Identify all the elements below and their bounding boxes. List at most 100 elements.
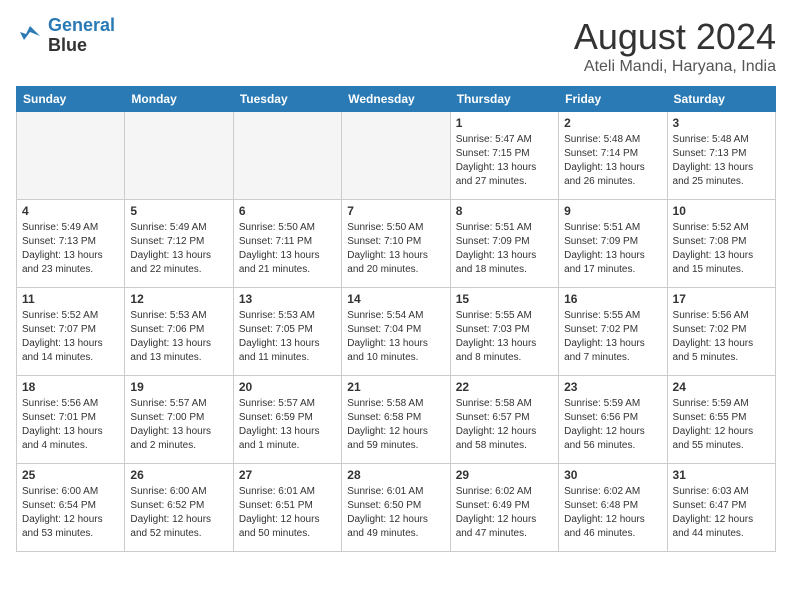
calendar-cell: 22 Sunrise: 5:58 AM Sunset: 6:57 PM Dayli… — [450, 376, 558, 464]
day-number: 29 — [456, 468, 553, 482]
day-number: 6 — [239, 204, 336, 218]
cell-info: Sunrise: 5:53 AM Sunset: 7:06 PM Dayligh… — [130, 309, 227, 365]
cell-info: Sunrise: 5:53 AM Sunset: 7:05 PM Dayligh… — [239, 309, 336, 365]
calendar-cell: 28 Sunrise: 6:01 AM Sunset: 6:50 PM Dayli… — [342, 464, 450, 552]
cell-info: Sunrise: 6:00 AM Sunset: 6:52 PM Dayligh… — [130, 485, 227, 541]
cell-info: Sunrise: 6:03 AM Sunset: 6:47 PM Dayligh… — [673, 485, 770, 541]
day-number: 16 — [564, 292, 661, 306]
day-number: 2 — [564, 116, 661, 130]
header: GeneralBlue August 2024 Ateli Mandi, Har… — [16, 16, 776, 76]
day-number: 21 — [347, 380, 444, 394]
cell-info: Sunrise: 5:51 AM Sunset: 7:09 PM Dayligh… — [456, 221, 553, 277]
cell-info: Sunrise: 5:52 AM Sunset: 7:07 PM Dayligh… — [22, 309, 119, 365]
cell-info: Sunrise: 5:59 AM Sunset: 6:55 PM Dayligh… — [673, 397, 770, 453]
cell-info: Sunrise: 5:57 AM Sunset: 7:00 PM Dayligh… — [130, 397, 227, 453]
cell-info: Sunrise: 6:02 AM Sunset: 6:48 PM Dayligh… — [564, 485, 661, 541]
calendar-cell: 23Sunrise: 5:59 AM Sunset: 6:56 PM Dayli… — [559, 376, 667, 464]
title-area: August 2024 Ateli Mandi, Haryana, India — [574, 16, 776, 76]
calendar-cell: 12 Sunrise: 5:53 AM Sunset: 7:06 PM Dayli… — [125, 288, 233, 376]
week-row-2: 11 Sunrise: 5:52 AM Sunset: 7:07 PM Dayli… — [17, 288, 776, 376]
day-number: 25 — [22, 468, 119, 482]
cell-info: Sunrise: 5:58 AM Sunset: 6:57 PM Dayligh… — [456, 397, 553, 453]
calendar-cell: 25 Sunrise: 6:00 AM Sunset: 6:54 PM Dayli… — [17, 464, 125, 552]
day-number: 20 — [239, 380, 336, 394]
day-number: 10 — [673, 204, 770, 218]
cell-info: Sunrise: 6:02 AM Sunset: 6:49 PM Dayligh… — [456, 485, 553, 541]
header-tuesday: Tuesday — [233, 87, 341, 112]
calendar-cell — [233, 112, 341, 200]
day-number: 26 — [130, 468, 227, 482]
header-saturday: Saturday — [667, 87, 775, 112]
cell-info: Sunrise: 5:52 AM Sunset: 7:08 PM Dayligh… — [673, 221, 770, 277]
header-sunday: Sunday — [17, 87, 125, 112]
day-number: 11 — [22, 292, 119, 306]
calendar-cell: 1 Sunrise: 5:47 AM Sunset: 7:15 PM Daylig… — [450, 112, 558, 200]
day-number: 14 — [347, 292, 444, 306]
cell-info: Sunrise: 5:58 AM Sunset: 6:58 PM Dayligh… — [347, 397, 444, 453]
calendar-cell: 2 Sunrise: 5:48 AM Sunset: 7:14 PM Daylig… — [559, 112, 667, 200]
calendar-cell: 10 Sunrise: 5:52 AM Sunset: 7:08 PM Dayli… — [667, 200, 775, 288]
calendar-cell: 3Sunrise: 5:48 AM Sunset: 7:13 PM Daylig… — [667, 112, 775, 200]
cell-info: Sunrise: 5:49 AM Sunset: 7:13 PM Dayligh… — [22, 221, 119, 277]
calendar-cell: 4 Sunrise: 5:49 AM Sunset: 7:13 PM Daylig… — [17, 200, 125, 288]
cell-info: Sunrise: 5:47 AM Sunset: 7:15 PM Dayligh… — [456, 133, 553, 189]
cell-info: Sunrise: 6:01 AM Sunset: 6:50 PM Dayligh… — [347, 485, 444, 541]
calendar-cell: 18Sunrise: 5:56 AM Sunset: 7:01 PM Dayli… — [17, 376, 125, 464]
cell-info: Sunrise: 5:51 AM Sunset: 7:09 PM Dayligh… — [564, 221, 661, 277]
cell-info: Sunrise: 5:59 AM Sunset: 6:56 PM Dayligh… — [564, 397, 661, 453]
calendar-cell: 9 Sunrise: 5:51 AM Sunset: 7:09 PM Daylig… — [559, 200, 667, 288]
cell-info: Sunrise: 5:50 AM Sunset: 7:11 PM Dayligh… — [239, 221, 336, 277]
cell-info: Sunrise: 5:55 AM Sunset: 7:02 PM Dayligh… — [564, 309, 661, 365]
calendar-cell: 19Sunrise: 5:57 AM Sunset: 7:00 PM Dayli… — [125, 376, 233, 464]
cell-info: Sunrise: 5:57 AM Sunset: 6:59 PM Dayligh… — [239, 397, 336, 453]
cell-info: Sunrise: 5:56 AM Sunset: 7:02 PM Dayligh… — [673, 309, 770, 365]
calendar-cell: 11 Sunrise: 5:52 AM Sunset: 7:07 PM Dayli… — [17, 288, 125, 376]
day-number: 4 — [22, 204, 119, 218]
calendar-cell — [125, 112, 233, 200]
logo: GeneralBlue — [16, 16, 115, 56]
calendar-cell: 20 Sunrise: 5:57 AM Sunset: 6:59 PM Dayli… — [233, 376, 341, 464]
day-number: 31 — [673, 468, 770, 482]
calendar-cell: 13 Sunrise: 5:53 AM Sunset: 7:05 PM Dayli… — [233, 288, 341, 376]
cell-info: Sunrise: 6:00 AM Sunset: 6:54 PM Dayligh… — [22, 485, 119, 541]
calendar-cell — [17, 112, 125, 200]
header-monday: Monday — [125, 87, 233, 112]
week-row-0: 1 Sunrise: 5:47 AM Sunset: 7:15 PM Daylig… — [17, 112, 776, 200]
day-number: 28 — [347, 468, 444, 482]
cell-info: Sunrise: 5:50 AM Sunset: 7:10 PM Dayligh… — [347, 221, 444, 277]
cell-info: Sunrise: 5:56 AM Sunset: 7:01 PM Dayligh… — [22, 397, 119, 453]
logo-text: GeneralBlue — [48, 16, 115, 56]
location-subtitle: Ateli Mandi, Haryana, India — [574, 58, 776, 76]
calendar-cell: 16 Sunrise: 5:55 AM Sunset: 7:02 PM Dayli… — [559, 288, 667, 376]
week-row-1: 4 Sunrise: 5:49 AM Sunset: 7:13 PM Daylig… — [17, 200, 776, 288]
cell-info: Sunrise: 5:48 AM Sunset: 7:14 PM Dayligh… — [564, 133, 661, 189]
day-number: 1 — [456, 116, 553, 130]
header-thursday: Thursday — [450, 87, 558, 112]
day-number: 22 — [456, 380, 553, 394]
calendar-cell — [342, 112, 450, 200]
week-row-3: 18Sunrise: 5:56 AM Sunset: 7:01 PM Dayli… — [17, 376, 776, 464]
calendar-cell: 17 Sunrise: 5:56 AM Sunset: 7:02 PM Dayli… — [667, 288, 775, 376]
cell-info: Sunrise: 5:48 AM Sunset: 7:13 PM Dayligh… — [673, 133, 770, 189]
calendar-cell: 26 Sunrise: 6:00 AM Sunset: 6:52 PM Dayli… — [125, 464, 233, 552]
day-number: 7 — [347, 204, 444, 218]
header-friday: Friday — [559, 87, 667, 112]
calendar-cell: 24Sunrise: 5:59 AM Sunset: 6:55 PM Dayli… — [667, 376, 775, 464]
calendar-cell: 27Sunrise: 6:01 AM Sunset: 6:51 PM Dayli… — [233, 464, 341, 552]
calendar-cell: 21 Sunrise: 5:58 AM Sunset: 6:58 PM Dayli… — [342, 376, 450, 464]
day-number: 17 — [673, 292, 770, 306]
calendar-cell: 5 Sunrise: 5:49 AM Sunset: 7:12 PM Daylig… — [125, 200, 233, 288]
day-number: 9 — [564, 204, 661, 218]
day-number: 12 — [130, 292, 227, 306]
calendar-cell: 6 Sunrise: 5:50 AM Sunset: 7:11 PM Daylig… — [233, 200, 341, 288]
cell-info: Sunrise: 5:49 AM Sunset: 7:12 PM Dayligh… — [130, 221, 227, 277]
calendar-cell: 30Sunrise: 6:02 AM Sunset: 6:48 PM Dayli… — [559, 464, 667, 552]
calendar-cell: 7 Sunrise: 5:50 AM Sunset: 7:10 PM Daylig… — [342, 200, 450, 288]
cell-info: Sunrise: 6:01 AM Sunset: 6:51 PM Dayligh… — [239, 485, 336, 541]
day-number: 13 — [239, 292, 336, 306]
calendar-cell: 15Sunrise: 5:55 AM Sunset: 7:03 PM Dayli… — [450, 288, 558, 376]
header-row: SundayMondayTuesdayWednesdayThursdayFrid… — [17, 87, 776, 112]
calendar-cell: 8Sunrise: 5:51 AM Sunset: 7:09 PM Daylig… — [450, 200, 558, 288]
month-year-title: August 2024 — [574, 16, 776, 58]
day-number: 5 — [130, 204, 227, 218]
